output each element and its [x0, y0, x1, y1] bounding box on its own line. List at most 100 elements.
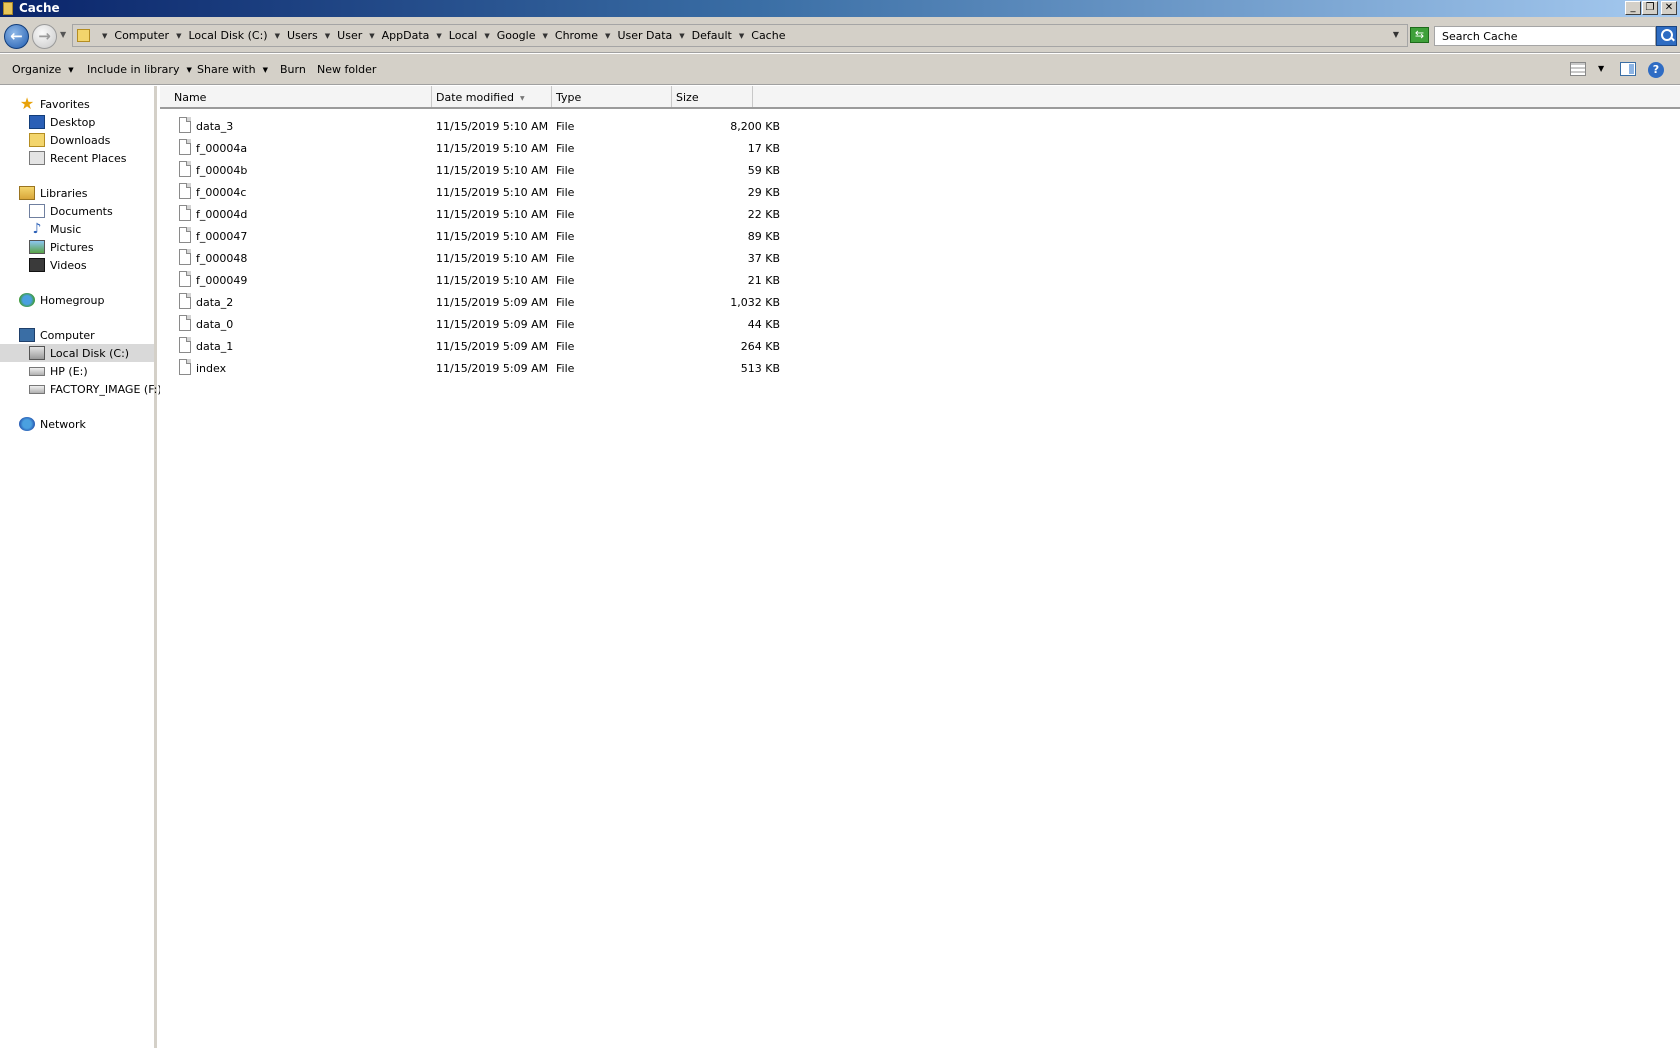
- nav-item-desktop[interactable]: Desktop: [29, 113, 95, 131]
- breadcrumb-separator-icon[interactable]: ▼: [739, 32, 744, 40]
- nav-item-libraries[interactable]: Libraries: [19, 184, 88, 202]
- file-row[interactable]: f_000047 11/15/2019 5:10 AM File 89 KB: [160, 226, 912, 247]
- file-date-modified: 11/15/2019 5:10 AM: [436, 230, 549, 243]
- nav-label: Favorites: [40, 97, 90, 111]
- close-button[interactable]: ✕: [1661, 1, 1677, 15]
- blank-file-icon: [179, 227, 191, 243]
- back-arrow-icon[interactable]: ←: [4, 24, 29, 49]
- column-header-date-modified[interactable]: Date modified ▼: [432, 86, 552, 107]
- file-size: 44 KB: [747, 318, 780, 331]
- file-name: f_00004c: [196, 186, 247, 199]
- restore-button[interactable]: ❐: [1642, 1, 1658, 15]
- new-folder-button[interactable]: New folder: [317, 63, 376, 76]
- forward-arrow-icon[interactable]: →: [32, 24, 57, 49]
- breadcrumb-separator-icon[interactable]: ▼: [605, 32, 610, 40]
- file-row[interactable]: f_00004a 11/15/2019 5:10 AM File 17 KB: [160, 138, 912, 159]
- hard-disk-icon: [29, 346, 45, 360]
- breadcrumb-separator-icon[interactable]: ▼: [176, 32, 181, 40]
- column-header-name[interactable]: Name: [160, 86, 432, 107]
- file-name: f_00004b: [196, 164, 248, 177]
- nav-label: Computer: [40, 328, 95, 342]
- file-size: 8,200 KB: [730, 120, 780, 133]
- breadcrumb-item[interactable]: Users: [287, 29, 318, 42]
- burn-button[interactable]: Burn: [280, 63, 306, 76]
- computer-icon: [19, 328, 35, 342]
- nav-item-factory-image[interactable]: FACTORY_IMAGE (F:): [29, 380, 162, 398]
- file-row[interactable]: data_2 11/15/2019 5:09 AM File 1,032 KB: [160, 292, 912, 313]
- search-icon[interactable]: [1656, 26, 1677, 46]
- nav-item-music[interactable]: ♪ Music: [29, 220, 82, 238]
- nav-item-pictures[interactable]: Pictures: [29, 238, 94, 256]
- help-icon[interactable]: ?: [1648, 62, 1664, 78]
- breadcrumb-item[interactable]: User: [337, 29, 362, 42]
- nav-label: Desktop: [50, 115, 96, 129]
- address-history-dropdown-icon[interactable]: ▼: [1393, 30, 1399, 39]
- view-options-dropdown-icon[interactable]: ▼: [1598, 64, 1604, 73]
- file-row[interactable]: f_000049 11/15/2019 5:10 AM File 21 KB: [160, 270, 912, 291]
- blank-file-icon: [179, 359, 191, 375]
- address-bar[interactable]: ▼ Computer ▼ Local Disk (C:) ▼ Users ▼ User ▼ App…: [72, 24, 1408, 47]
- blank-file-icon: [179, 249, 191, 265]
- file-size: 17 KB: [747, 142, 780, 155]
- file-type: File: [556, 296, 575, 309]
- blank-file-icon: [179, 183, 191, 199]
- breadcrumb-item[interactable]: User Data: [617, 29, 672, 42]
- nav-item-computer[interactable]: Computer: [19, 326, 95, 344]
- nav-item-recent-places[interactable]: Recent Places: [29, 149, 127, 167]
- breadcrumb-separator-icon[interactable]: ▼: [484, 32, 489, 40]
- breadcrumb-item[interactable]: Local: [449, 29, 478, 42]
- minimize-button[interactable]: _: [1625, 1, 1641, 15]
- file-row[interactable]: f_000048 11/15/2019 5:10 AM File 37 KB: [160, 248, 912, 269]
- breadcrumb-separator-icon[interactable]: ▼: [436, 32, 441, 40]
- file-type: File: [556, 230, 575, 243]
- network-icon: [19, 417, 35, 431]
- file-type: File: [556, 186, 575, 199]
- breadcrumb-separator-icon[interactable]: ▼: [102, 32, 107, 40]
- recent-pages-dropdown-icon[interactable]: ▼: [60, 30, 66, 39]
- refresh-icon[interactable]: ⇆: [1410, 27, 1429, 43]
- nav-item-videos[interactable]: Videos: [29, 256, 87, 274]
- nav-label: Documents: [50, 204, 113, 218]
- file-size: 59 KB: [747, 164, 780, 177]
- breadcrumb-item[interactable]: Google: [497, 29, 536, 42]
- file-row[interactable]: data_3 11/15/2019 5:10 AM File 8,200 KB: [160, 116, 912, 137]
- preview-pane-icon[interactable]: [1620, 62, 1636, 76]
- breadcrumb-item[interactable]: Computer: [114, 29, 169, 42]
- breadcrumb-item[interactable]: AppData: [382, 29, 430, 42]
- file-row[interactable]: index 11/15/2019 5:09 AM File 513 KB: [160, 358, 912, 379]
- nav-item-downloads[interactable]: Downloads: [29, 131, 110, 149]
- nav-item-favorites[interactable]: ★ Favorites: [19, 95, 90, 113]
- organize-button[interactable]: Organize ▼: [12, 63, 74, 76]
- file-row[interactable]: f_00004d 11/15/2019 5:10 AM File 22 KB: [160, 204, 912, 225]
- nav-item-hp-drive[interactable]: HP (E:): [29, 362, 88, 380]
- breadcrumb-separator-icon[interactable]: ▼: [275, 32, 280, 40]
- documents-icon: [29, 204, 45, 218]
- file-row[interactable]: data_1 11/15/2019 5:09 AM File 264 KB: [160, 336, 912, 357]
- file-row[interactable]: data_0 11/15/2019 5:09 AM File 44 KB: [160, 314, 912, 335]
- file-row[interactable]: f_00004c 11/15/2019 5:10 AM File 29 KB: [160, 182, 912, 203]
- title-bar[interactable]: Cache _ ❐ ✕: [0, 0, 1680, 17]
- nav-item-homegroup[interactable]: Homegroup: [19, 291, 104, 309]
- breadcrumb-separator-icon[interactable]: ▼: [679, 32, 684, 40]
- share-with-label: Share with: [197, 63, 256, 76]
- breadcrumb-separator-icon[interactable]: ▼: [369, 32, 374, 40]
- blank-file-icon: [179, 117, 191, 133]
- column-header-type[interactable]: Type: [552, 86, 672, 107]
- nav-item-documents[interactable]: Documents: [29, 202, 113, 220]
- nav-item-local-disk[interactable]: Local Disk (C:): [0, 344, 154, 362]
- file-row[interactable]: f_00004b 11/15/2019 5:10 AM File 59 KB: [160, 160, 912, 181]
- change-view-icon[interactable]: [1570, 62, 1586, 76]
- include-in-library-button[interactable]: Include in library ▼: [87, 63, 192, 76]
- column-header-size[interactable]: Size: [672, 86, 753, 107]
- breadcrumb-separator-icon[interactable]: ▼: [325, 32, 330, 40]
- breadcrumb-item[interactable]: Cache: [751, 29, 785, 42]
- search-input[interactable]: Search Cache: [1434, 26, 1656, 46]
- file-list[interactable]: Name Date modified ▼ Type Size data_3 11/1…: [160, 86, 1680, 1048]
- nav-item-network[interactable]: Network: [19, 415, 86, 433]
- share-with-button[interactable]: Share with ▼: [197, 63, 268, 76]
- breadcrumb-separator-icon[interactable]: ▼: [543, 32, 548, 40]
- breadcrumb-item[interactable]: Local Disk (C:): [188, 29, 267, 42]
- breadcrumb-item[interactable]: Chrome: [555, 29, 598, 42]
- breadcrumb-item[interactable]: Default: [692, 29, 732, 42]
- blank-file-icon: [179, 337, 191, 353]
